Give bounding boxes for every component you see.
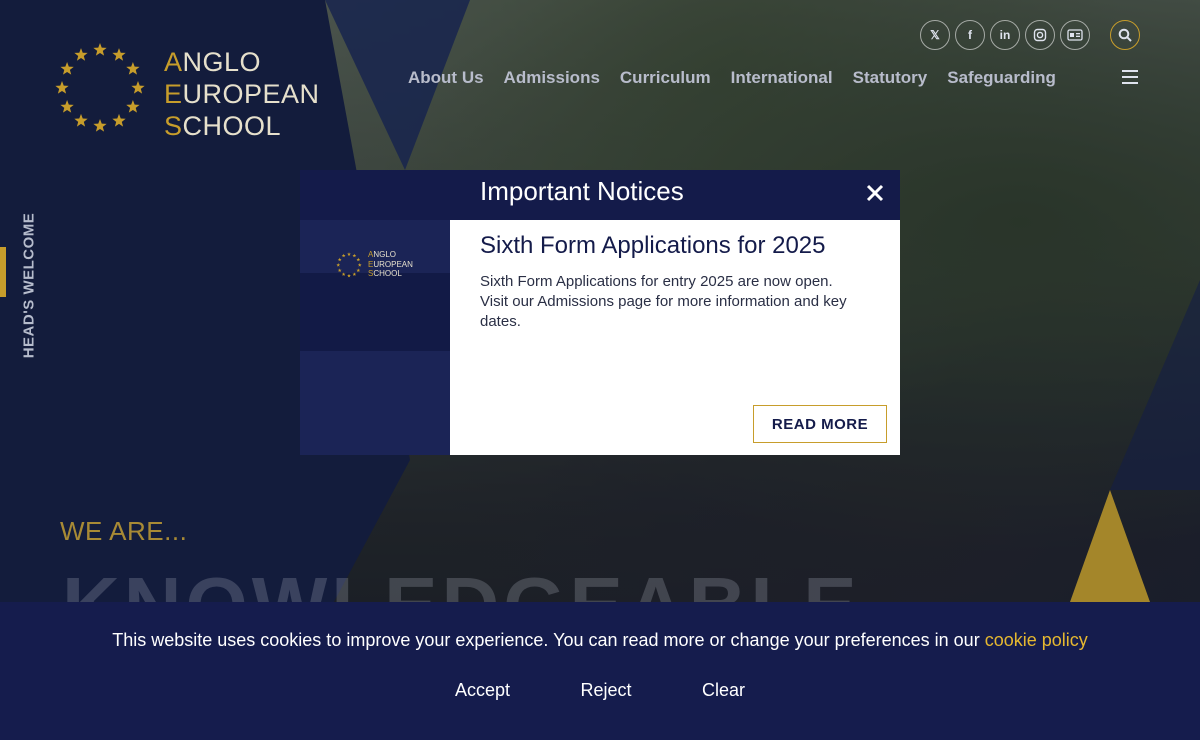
mini-star-ring-icon [336,252,362,278]
nav-statutory[interactable]: Statutory [853,68,928,88]
nav-international[interactable]: International [731,68,833,88]
nav-about-us[interactable]: About Us [408,68,484,88]
modal-title: Important Notices [480,176,684,206]
cookie-policy-link[interactable]: cookie policy [985,630,1088,650]
x-icon[interactable]: 𝕏 [920,20,950,50]
read-more-button[interactable]: READ MORE [753,405,887,443]
school-logo[interactable]: ANGLO EUROPEAN SCHOOL [54,42,324,141]
cookie-banner: This website uses cookies to improve you… [0,602,1200,740]
reject-button[interactable]: Reject [580,680,631,701]
modal-body: Sixth Form Applications for 2025 Sixth F… [450,220,900,455]
social-links: 𝕏 f in [920,20,1090,50]
mini-logo-text: ANGLO EUROPEAN SCHOOL [368,250,413,278]
star-ring-path [336,252,362,278]
logo-text: ANGLO EUROPEAN SCHOOL [164,47,320,141]
notice-text: Sixth Form Applications for entry 2025 a… [480,273,847,330]
clear-button[interactable]: Clear [702,680,745,701]
heads-welcome-tab[interactable]: HEAD'S WELCOME [16,200,42,370]
side-tab-indicator [0,247,6,297]
hero-we-are: WE ARE... [60,516,188,546]
hamburger-menu-icon[interactable] [1122,70,1138,84]
search-icon[interactable] [1110,20,1140,50]
instagram-icon[interactable] [1025,20,1055,50]
nav-admissions[interactable]: Admissions [504,68,600,88]
linkedin-icon[interactable]: in [990,20,1020,50]
id-card-icon[interactable] [1060,20,1090,50]
modal-header: Important Notices [300,170,900,220]
accept-button[interactable]: Accept [455,680,510,701]
cookie-buttons: Accept Reject Clear [0,680,1200,701]
star-ring-icon [55,43,145,132]
nav-curriculum[interactable]: Curriculum [620,68,711,88]
cookie-message: This website uses cookies to improve you… [112,630,1088,650]
notice-title: Sixth Form Applications for 2025 [480,232,826,259]
nav-safeguarding[interactable]: Safeguarding [947,68,1056,88]
main-nav: About Us Admissions Curriculum Internati… [408,68,1056,88]
close-icon[interactable] [862,180,888,206]
facebook-icon[interactable]: f [955,20,985,50]
notices-modal: Important Notices ANGLO EUROPEAN SCHOOL … [300,170,900,455]
modal-sidebar-band [300,273,450,351]
star-ring-path [55,43,145,132]
mini-school-logo: ANGLO EUROPEAN SCHOOL [336,250,426,280]
